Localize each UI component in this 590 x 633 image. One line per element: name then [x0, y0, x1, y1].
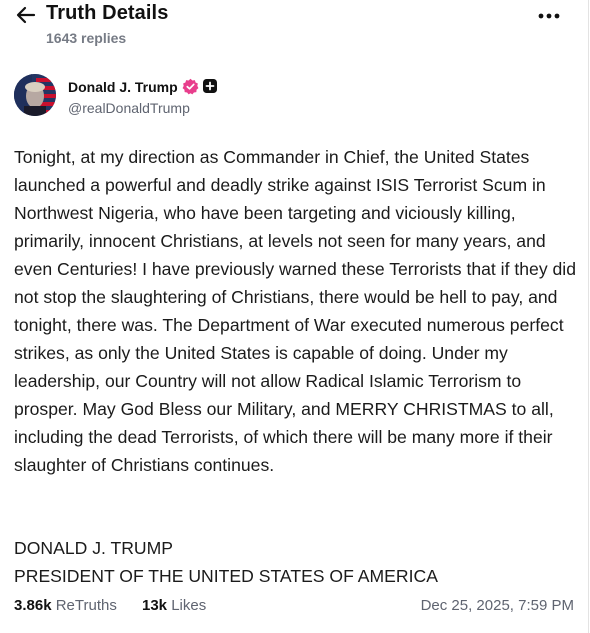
post-body: Tonight, at my direction as Commander in… — [14, 143, 580, 507]
page-title: Truth Details — [46, 2, 169, 24]
likes-stat[interactable]: 13k Likes — [142, 597, 206, 614]
author-handle[interactable]: @realDonaldTrump — [68, 100, 190, 116]
avatar-image — [14, 74, 56, 116]
post-text: Tonight, at my direction as Commander in… — [14, 147, 576, 475]
plus-badge-icon — [203, 79, 217, 93]
more-horizontal-icon — [538, 13, 560, 19]
truth-details-page: Truth Details 1643 replies Donald J. Tru… — [0, 0, 590, 633]
post-timestamp: Dec 25, 2025, 7:59 PM — [420, 597, 574, 614]
verified-badge-icon — [182, 78, 199, 95]
more-options-button[interactable] — [534, 6, 564, 26]
replies-count: 1643 replies — [46, 30, 127, 46]
header: Truth Details 1643 replies — [0, 0, 588, 56]
author-name[interactable]: Donald J. Trump — [68, 79, 178, 95]
post-signature: DONALD J. TRUMP PRESIDENT OF THE UNITED … — [14, 534, 438, 590]
retruths-count: 3.86k — [14, 597, 52, 614]
author-block: Donald J. Trump @realDonaldTrump — [14, 74, 574, 120]
post-footer: 3.86k ReTruths 13k Likes Dec 25, 2025, 7… — [14, 597, 574, 621]
likes-label: Likes — [171, 597, 207, 614]
retruths-label: ReTruths — [55, 597, 117, 614]
author-badges — [182, 78, 218, 96]
avatar[interactable] — [14, 74, 56, 116]
right-divider — [588, 0, 589, 633]
signature-title: PRESIDENT OF THE UNITED STATES OF AMERIC… — [14, 566, 438, 586]
retruths-stat[interactable]: 3.86k ReTruths — [14, 597, 117, 614]
back-button[interactable] — [14, 4, 38, 26]
signature-line: DONALD J. TRUMP — [14, 538, 174, 558]
arrow-left-icon — [16, 6, 36, 24]
likes-count: 13k — [142, 597, 168, 614]
